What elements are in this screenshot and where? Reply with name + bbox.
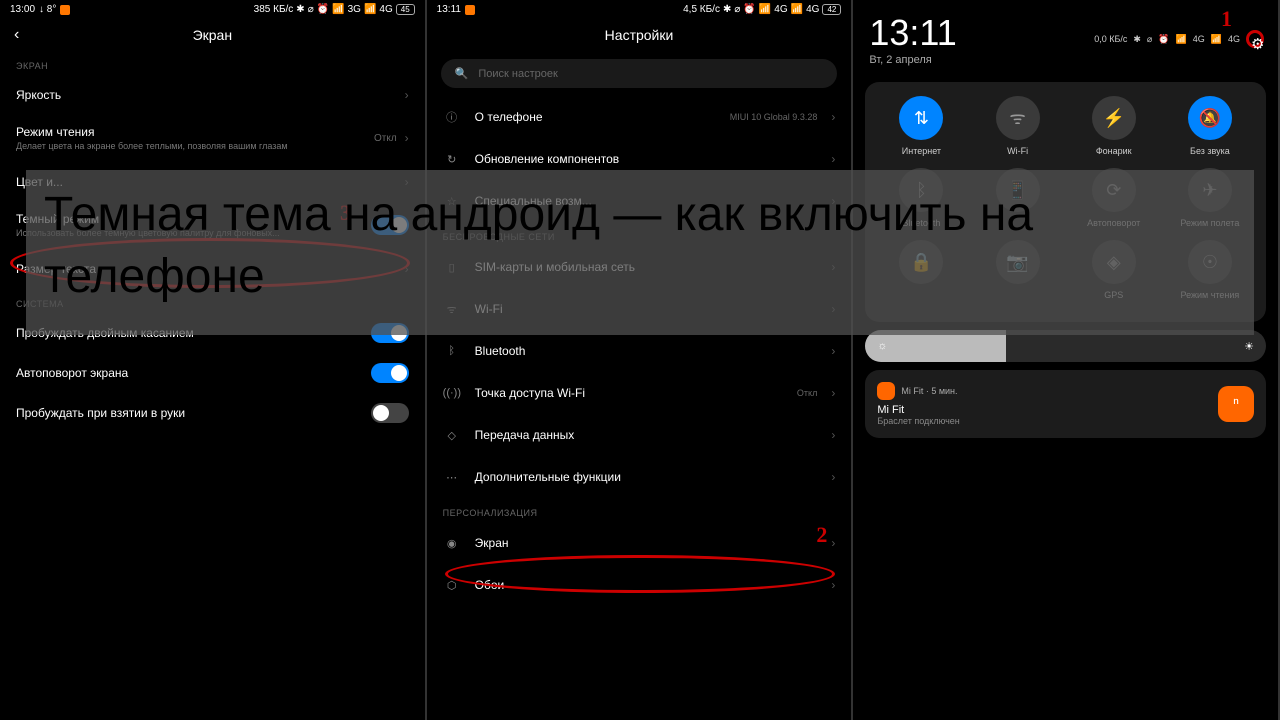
mi-fit-small-icon — [877, 382, 895, 400]
row-hotspot[interactable]: ((·))Точка доступа Wi-Fi Откл› — [427, 372, 852, 414]
chevron-right-icon: › — [405, 88, 409, 102]
row-data-usage[interactable]: ◇Передача данных› — [427, 414, 852, 456]
notif-dot-icon — [60, 5, 70, 15]
section-personal: ПЕРСОНАЛИЗАЦИЯ — [427, 498, 852, 522]
raise-wake-toggle[interactable] — [371, 403, 409, 423]
screen-header: ‹ Экран — [0, 19, 425, 51]
status-bar: 13:11 4,5 КБ/с✱⌀⏰📶4G📶4G42 — [427, 0, 852, 19]
settings-header: Настройки — [427, 19, 852, 51]
row-about-phone[interactable]: ⓘ О телефоне MIUI 10 Global 9.3.28› — [427, 96, 852, 138]
back-icon[interactable]: ‹ — [14, 26, 19, 44]
search-icon: 🔍 — [455, 67, 469, 80]
phone-screen-quick-settings: 13:11 Вт, 2 апреля 0,0 КБ/с✱⌀⏰📶4G📶4G ⚙ 1… — [853, 0, 1280, 720]
settings-gear-icon[interactable]: ⚙ — [1246, 30, 1264, 48]
row-wallpaper[interactable]: ⬡Обои› — [427, 564, 852, 606]
qs-tile-Без звука[interactable]: 🔕Без звука — [1162, 96, 1258, 156]
annotation-1: 1 — [1221, 6, 1232, 32]
article-title-overlay: Темная тема на андроид — как включить на… — [26, 170, 1254, 335]
update-icon: ↻ — [443, 153, 461, 166]
sun-low-icon: ☼ — [877, 340, 887, 352]
row-bluetooth[interactable]: ᛒBluetooth› — [427, 330, 852, 372]
mi-fit-app-icon: ⁿ — [1218, 386, 1254, 422]
annotation-2: 2 — [816, 522, 827, 548]
search-input[interactable]: 🔍Поиск настроек — [441, 59, 838, 88]
qs-tile-Интернет[interactable]: ⇅Интернет — [873, 96, 969, 156]
row-brightness[interactable]: Яркость› — [0, 75, 425, 115]
qs-tile-Фонарик[interactable]: ⚡Фонарик — [1066, 96, 1162, 156]
qs-tile-Wi-Fi[interactable]: ᯤWi-Fi — [970, 96, 1066, 156]
row-auto-rotate[interactable]: Автоповорот экрана — [0, 353, 425, 393]
more-icon: ⋯ — [443, 471, 461, 484]
row-display[interactable]: ◉Экран› — [427, 522, 852, 564]
page-title: Настройки — [605, 27, 674, 43]
info-icon: ⓘ — [443, 109, 461, 125]
data-icon: ◇ — [443, 429, 461, 442]
notification-card[interactable]: Mi Fit · 5 мин. Mi Fit Браслет подключен… — [865, 370, 1266, 438]
display-icon: ◉ — [443, 537, 461, 550]
page-title: Экран — [193, 27, 233, 43]
hotspot-icon: ((·)) — [443, 387, 461, 399]
status-bar: 13:00↓ 8° 385 КБ/с✱⌀⏰📶3G📶4G45 — [0, 0, 425, 19]
auto-rotate-toggle[interactable] — [371, 363, 409, 383]
bluetooth-icon: ᛒ — [443, 345, 461, 357]
phone-screen-settings: 13:11 4,5 КБ/с✱⌀⏰📶4G📶4G42 Настройки 🔍Пои… — [427, 0, 854, 720]
wallpaper-icon: ⬡ — [443, 579, 461, 592]
row-reading-mode[interactable]: Режим чтенияДелает цвета на экране более… — [0, 115, 425, 162]
qs-header: 13:11 Вт, 2 апреля 0,0 КБ/с✱⌀⏰📶4G📶4G ⚙ — [853, 0, 1278, 74]
phone-screen-display-settings: 13:00↓ 8° 385 КБ/с✱⌀⏰📶3G📶4G45 ‹ Экран ЭК… — [0, 0, 427, 720]
row-raise-to-wake[interactable]: Пробуждать при взятии в руки — [0, 393, 425, 433]
row-more[interactable]: ⋯Дополнительные функции› — [427, 456, 852, 498]
clock-date: Вт, 2 апреля — [869, 54, 1262, 66]
brightness-slider[interactable]: ☼ ☀ — [865, 330, 1266, 362]
section-screen: ЭКРАН — [0, 51, 425, 75]
sun-high-icon: ☀ — [1244, 340, 1254, 353]
